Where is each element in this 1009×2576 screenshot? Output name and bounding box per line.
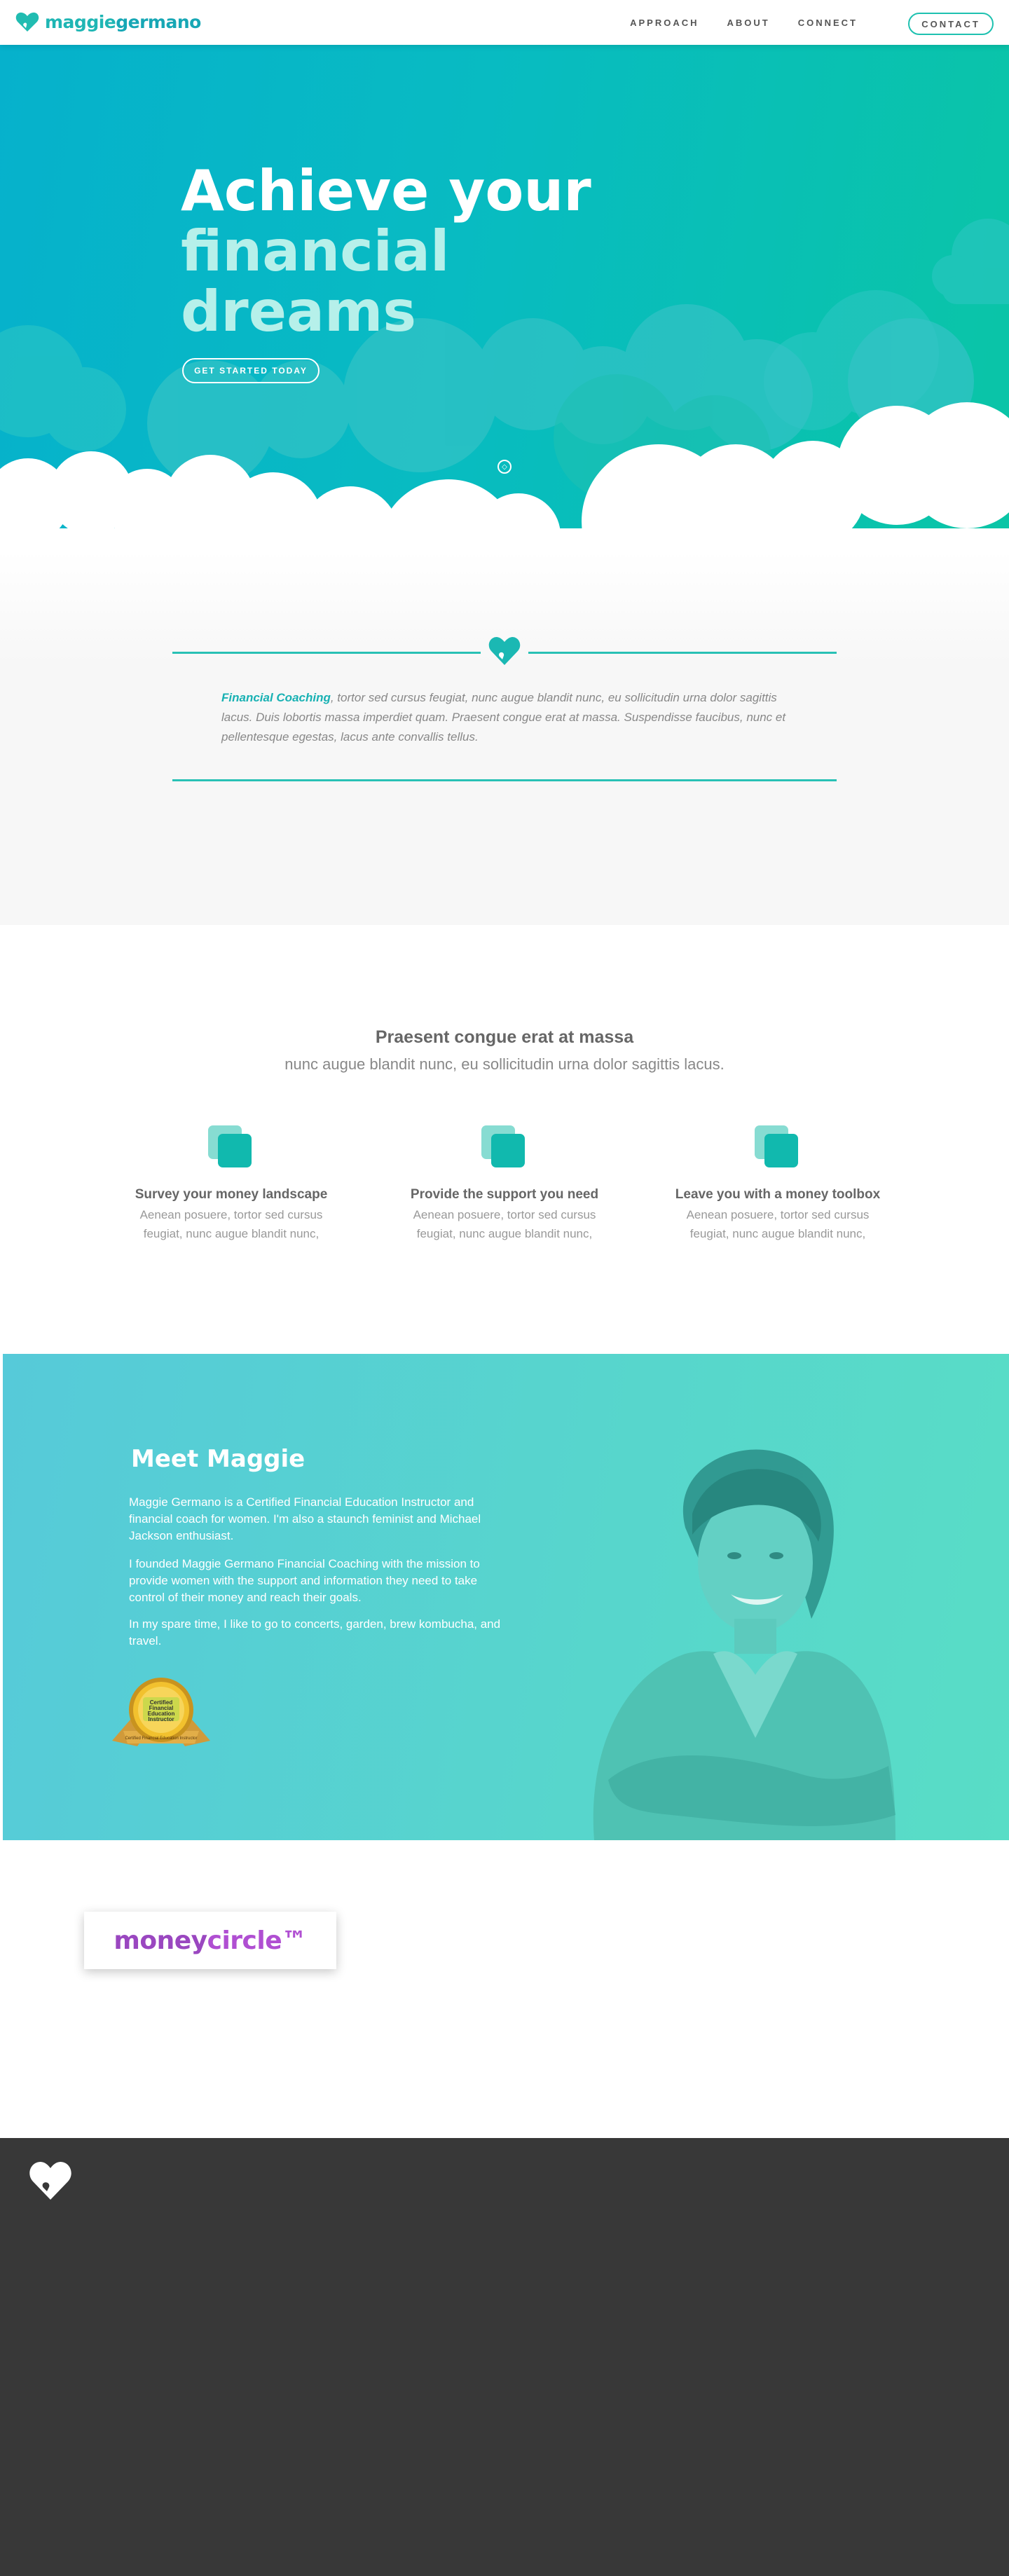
meet-maggie-section: Meet Maggie Maggie Germano is a Certifie… xyxy=(3,1354,1009,1840)
divider-right xyxy=(528,652,837,654)
svg-text:Instructor: Instructor xyxy=(148,1716,174,1722)
divider-bottom xyxy=(172,779,837,781)
brand-name: maggiegermano xyxy=(45,11,201,32)
brand-logo[interactable]: maggiegermano xyxy=(15,11,201,32)
stacked-squares-icon xyxy=(480,1124,529,1173)
certification-badge: Certified Financial Education Instructor… xyxy=(112,1678,210,1746)
footer xyxy=(0,2138,1009,2576)
services-subtitle: nunc augue blandit nunc, eu sollicitudin… xyxy=(284,1055,725,1073)
bio-paragraph-2: I founded Maggie Germano Financial Coach… xyxy=(129,1557,480,1604)
feature-card-support: Provide the support you need Aenean posu… xyxy=(392,1124,617,1243)
hero-title-line1: Achieve your xyxy=(181,158,591,224)
heart-icon xyxy=(488,637,521,665)
maggie-portrait xyxy=(593,1449,895,1840)
nav-link-connect[interactable]: CONNECT xyxy=(798,18,858,28)
feature-card-toolbox: Leave you with a money toolbox Aenean po… xyxy=(666,1124,890,1243)
intro-text: Financial Coaching, tortor sed cursus fe… xyxy=(221,691,786,744)
hero-title-line2: financial xyxy=(181,219,450,284)
moneycircle-logo-part2: circle™ xyxy=(207,1926,308,1955)
top-navigation: maggiegermano APPROACH ABOUT CONNECT CON… xyxy=(0,0,1009,45)
heart-logo-icon xyxy=(15,12,39,32)
feature-title: Survey your money landscape xyxy=(135,1187,328,1202)
feature-title: Provide the support you need xyxy=(410,1187,599,1202)
hero-title: Achieve your financial dreams xyxy=(181,161,591,342)
moneycircle-logo-part1: money xyxy=(114,1926,207,1955)
contact-button[interactable]: CONTACT xyxy=(908,13,994,35)
stacked-squares-icon xyxy=(753,1124,802,1173)
nav-links: APPROACH ABOUT CONNECT xyxy=(630,18,858,28)
divider-left xyxy=(172,652,481,654)
stacked-squares-icon xyxy=(207,1124,256,1173)
svg-text:Certified Financial Education: Certified Financial Education Instructor xyxy=(125,1736,197,1741)
intro-section: Financial Coaching, tortor sed cursus fe… xyxy=(0,551,1009,925)
nav-link-about[interactable]: ABOUT xyxy=(727,18,770,28)
nav-link-approach[interactable]: APPROACH xyxy=(630,18,699,28)
heart-logo-icon[interactable] xyxy=(28,2159,73,2201)
feature-text: Aenean posuere, tortor sed cursus feugia… xyxy=(413,1208,596,1240)
hero-section: Achieve your financial dreams GET STARTE… xyxy=(0,45,1009,551)
scroll-down-icon[interactable]: ◇ xyxy=(497,460,512,474)
meet-title: Meet Maggie xyxy=(131,1445,306,1473)
feature-text: Aenean posuere, tortor sed cursus feugia… xyxy=(686,1208,870,1240)
bio-paragraph-1: Maggie Germano is a Certified Financial … xyxy=(129,1495,481,1542)
feature-card-survey: Survey your money landscape Aenean posue… xyxy=(119,1124,343,1243)
moneycircle-link[interactable]: money circle™ xyxy=(84,1912,336,1969)
feature-title: Leave you with a money toolbox xyxy=(675,1187,881,1202)
bio-paragraph-3: In my spare time, I like to go to concer… xyxy=(129,1617,501,1647)
hero-title-line3: dreams xyxy=(181,279,416,344)
financial-coaching-highlight: Financial Coaching xyxy=(221,691,331,704)
feature-text: Aenean posuere, tortor sed cursus feugia… xyxy=(139,1208,323,1240)
get-started-button[interactable]: GET STARTED TODAY xyxy=(182,358,320,383)
services-title: Praesent congue erat at massa xyxy=(375,1027,634,1047)
